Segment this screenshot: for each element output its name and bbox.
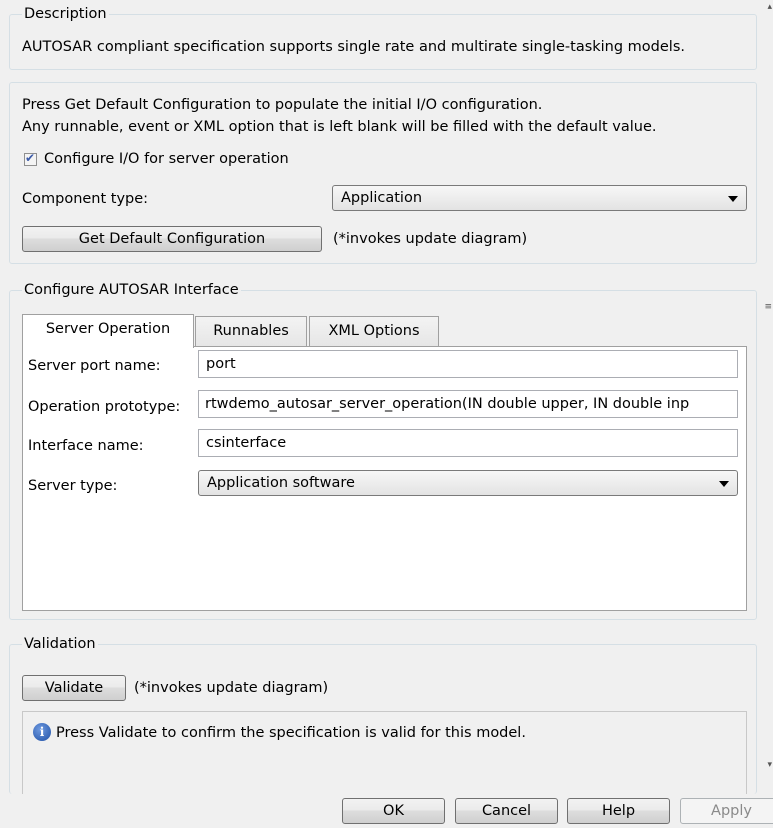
validation-title: Validation bbox=[22, 635, 98, 653]
interface-title: Configure AUTOSAR Interface bbox=[22, 281, 241, 299]
cancel-button[interactable]: Cancel bbox=[455, 798, 558, 824]
info-icon: i bbox=[33, 723, 51, 741]
component-type-value: Application bbox=[341, 190, 423, 206]
config-instruction-1: Press Get Default Configuration to popul… bbox=[22, 97, 543, 113]
tab-runnables[interactable]: Runnables bbox=[195, 316, 307, 346]
server-port-name-label: Server port name: bbox=[28, 358, 161, 374]
validate-button[interactable]: Validate bbox=[22, 675, 126, 701]
apply-button[interactable]: Apply bbox=[680, 798, 773, 824]
description-text: AUTOSAR compliant specification supports… bbox=[22, 39, 685, 55]
scroll-down-icon[interactable]: ▾ bbox=[767, 760, 772, 770]
chevron-down-icon bbox=[728, 196, 738, 202]
operation-prototype-input[interactable]: rtwdemo_autosar_server_operation(IN doub… bbox=[198, 390, 738, 418]
validation-message: Press Validate to confirm the specificat… bbox=[56, 725, 526, 741]
server-port-name-input[interactable]: port bbox=[198, 350, 738, 378]
config-instruction-2: Any runnable, event or XML option that i… bbox=[22, 119, 657, 135]
get-default-update-note: (*invokes update diagram) bbox=[333, 231, 528, 247]
chevron-down-icon bbox=[719, 481, 729, 487]
component-type-label: Component type: bbox=[22, 191, 149, 207]
tab-xml-options[interactable]: XML Options bbox=[309, 316, 439, 346]
server-operation-checkbox-label[interactable]: Configure I/O for server operation bbox=[44, 150, 289, 168]
vertical-scrollbar[interactable]: ▴ ≡ ▾ bbox=[764, 0, 773, 790]
server-type-select[interactable]: Application software bbox=[198, 470, 738, 496]
server-type-label: Server type: bbox=[28, 478, 118, 494]
operation-prototype-label: Operation prototype: bbox=[28, 399, 181, 415]
component-type-select[interactable]: Application bbox=[332, 185, 747, 211]
scroll-grip-icon[interactable]: ≡ bbox=[764, 302, 772, 312]
ok-button[interactable]: OK bbox=[342, 798, 445, 824]
server-type-value: Application software bbox=[207, 475, 355, 491]
scroll-up-icon[interactable]: ▴ bbox=[767, 2, 772, 12]
tab-server-operation[interactable]: Server Operation bbox=[22, 314, 194, 348]
interface-name-label: Interface name: bbox=[28, 438, 144, 454]
get-default-configuration-button[interactable]: Get Default Configuration bbox=[22, 226, 322, 252]
autosar-config-dialog: Description AUTOSAR compliant specificat… bbox=[0, 0, 773, 828]
server-operation-checkbox[interactable]: ✔ bbox=[24, 151, 37, 166]
interface-name-input[interactable]: csinterface bbox=[198, 429, 738, 457]
help-button[interactable]: Help bbox=[567, 798, 670, 824]
validate-update-note: (*invokes update diagram) bbox=[134, 680, 329, 696]
checkmark-icon: ✔ bbox=[25, 151, 36, 165]
description-title: Description bbox=[22, 5, 109, 23]
